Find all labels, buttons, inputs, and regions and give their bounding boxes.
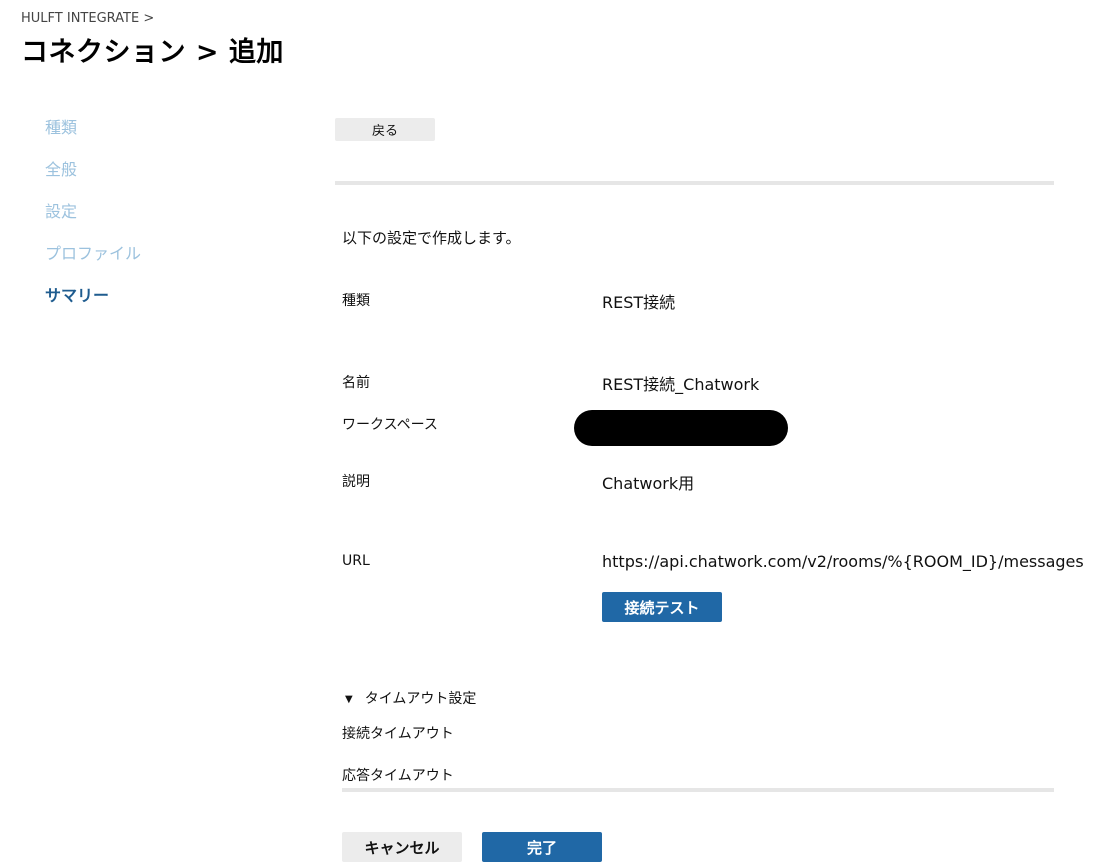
summary-intro: 以下の設定で作成します。	[342, 229, 521, 247]
step-summary[interactable]: サマリー	[45, 286, 141, 328]
description-value: Chatwork用	[602, 474, 695, 493]
done-button[interactable]: 完了	[482, 832, 602, 862]
divider	[335, 181, 1054, 185]
page-title: コネクション > 追加	[21, 37, 284, 68]
url-label: URL	[342, 553, 370, 569]
divider	[342, 788, 1054, 792]
type-value: REST接続	[602, 293, 676, 312]
back-button[interactable]: 戻る	[335, 118, 435, 141]
name-label: 名前	[342, 375, 370, 391]
breadcrumb[interactable]: HULFT INTEGRATE >	[21, 11, 154, 26]
step-profile[interactable]: プロファイル	[45, 244, 141, 286]
triangle-down-icon: ▼	[345, 694, 353, 705]
workspace-label: ワークスペース	[342, 417, 438, 433]
step-settings[interactable]: 設定	[45, 202, 141, 244]
timeout-settings-toggle[interactable]: ▼ タイムアウト設定	[345, 688, 476, 708]
cancel-button[interactable]: キャンセル	[342, 832, 462, 862]
timeout-settings-label: タイムアウト設定	[364, 691, 477, 707]
connection-add-page: HULFT INTEGRATE > コネクション > 追加 種類 全般 設定 プ…	[0, 0, 1096, 862]
step-general[interactable]: 全般	[45, 160, 141, 202]
url-value: https://api.chatwork.com/v2/rooms/%{ROOM…	[602, 552, 1084, 571]
step-type[interactable]: 種類	[45, 118, 141, 160]
response-timeout-label: 応答タイムアウト	[342, 768, 454, 784]
description-label: 説明	[342, 474, 370, 490]
workspace-value-redacted	[574, 410, 788, 446]
name-value: REST接続_Chatwork	[602, 375, 760, 394]
connect-timeout-label: 接続タイムアウト	[342, 726, 454, 742]
type-label: 種類	[342, 293, 370, 309]
connection-test-button[interactable]: 接続テスト	[602, 592, 722, 622]
wizard-steps: 種類 全般 設定 プロファイル サマリー	[45, 118, 141, 328]
